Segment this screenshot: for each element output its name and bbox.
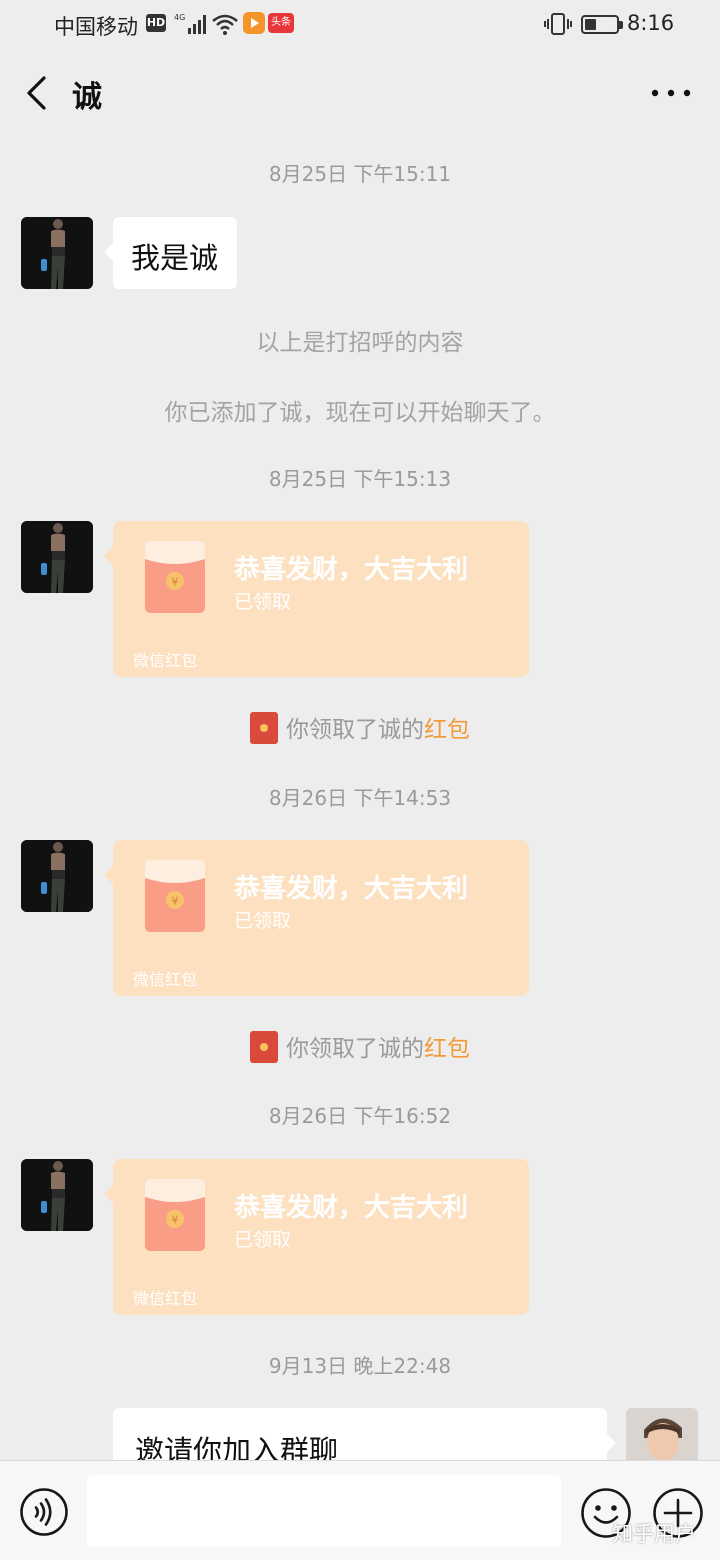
red-packet-status: 已领取	[234, 591, 292, 613]
red-packet-title: 恭喜发财，大吉大利	[234, 1193, 469, 1223]
clock: 8:16	[627, 11, 675, 35]
message-list[interactable]: 8月25日 下午15:11 我是诚 以上是打招呼的内容 你已添加了诚，现在可以开…	[0, 136, 720, 1460]
red-packet-title: 恭喜发财，大吉大利	[234, 555, 469, 585]
system-notice: 以上是打招呼的内容	[256, 330, 464, 356]
red-packet-message[interactable]: ¥ 恭喜发财，大吉大利 已领取 微信红包	[104, 1159, 529, 1315]
claim-notice-text: 你领取了诚的	[286, 1036, 424, 1062]
red-packet-icon	[250, 712, 278, 744]
timestamp: 8月26日 下午16:52	[268, 1104, 452, 1128]
more-button[interactable]	[646, 78, 696, 108]
red-packet-icon	[250, 1031, 278, 1063]
red-packet-footer: 微信红包	[133, 1289, 198, 1308]
video-app-icon	[243, 12, 265, 34]
red-envelope-icon: ¥	[145, 860, 205, 932]
signal-icon: 4G	[174, 13, 206, 34]
timestamp: 8月25日 下午15:11	[268, 162, 452, 186]
status-bar: 中国移动 HD 4G 头条 8:16	[0, 0, 720, 50]
timestamp: 8月25日 下午15:13	[268, 467, 452, 491]
timestamp: 9月13日 晚上22:48	[268, 1354, 452, 1378]
claim-notice-text: 你领取了诚的	[286, 717, 424, 743]
contact-avatar[interactable]	[21, 1159, 93, 1231]
toutiao-app-icon: 头条	[268, 13, 294, 33]
red-packet-link[interactable]: 红包	[424, 717, 470, 743]
system-notice: 你已添加了诚，现在可以开始聊天了。	[164, 400, 556, 426]
red-packet-message[interactable]: ¥ 恭喜发财，大吉大利 已领取 微信红包	[104, 840, 529, 996]
carrier-label: 中国移动	[54, 15, 138, 39]
message-text: 我是诚	[131, 241, 219, 275]
chat-title: 诚	[72, 80, 102, 115]
red-envelope-icon: ¥	[145, 541, 205, 613]
watermark: 知乎用户	[612, 1522, 696, 1546]
voice-icon[interactable]	[19, 1487, 69, 1537]
battery-level	[585, 19, 596, 30]
message-text: 邀请你加入群聊	[135, 1434, 339, 1460]
red-packet-footer: 微信红包	[133, 970, 198, 989]
red-packet-link[interactable]: 红包	[424, 1036, 470, 1062]
red-packet-title: 恭喜发财，大吉大利	[234, 874, 469, 904]
timestamp: 8月26日 下午14:53	[268, 786, 452, 810]
red-packet-message[interactable]: ¥ 恭喜发财，大吉大利 已领取 微信红包	[104, 521, 529, 677]
chat-header: 诚	[0, 50, 720, 136]
claim-notice: 你领取了诚的红包	[0, 710, 720, 744]
currency-symbol: ¥	[172, 895, 179, 908]
red-packet-status: 已领取	[234, 1229, 292, 1251]
contact-avatar[interactable]	[21, 840, 93, 912]
message-bubble[interactable]: 我是诚	[104, 217, 237, 289]
contact-avatar[interactable]	[21, 521, 93, 593]
red-packet-footer: 微信红包	[133, 651, 198, 670]
currency-symbol: ¥	[172, 576, 179, 589]
red-packet-status: 已领取	[234, 910, 292, 932]
red-envelope-icon: ¥	[145, 1179, 205, 1251]
hd-badge: HD	[146, 14, 166, 32]
back-button[interactable]	[18, 72, 58, 114]
my-avatar[interactable]	[626, 1408, 698, 1460]
currency-symbol: ¥	[172, 1214, 179, 1227]
vibrate-icon	[544, 13, 572, 35]
wifi-icon	[212, 14, 238, 35]
message-bubble[interactable]: 邀请你加入群聊	[113, 1408, 616, 1460]
claim-notice: 你领取了诚的红包	[0, 1029, 720, 1063]
contact-avatar[interactable]	[21, 217, 93, 289]
battery-icon	[581, 15, 623, 34]
message-input[interactable]	[87, 1475, 561, 1547]
network-label: 4G	[174, 13, 185, 22]
